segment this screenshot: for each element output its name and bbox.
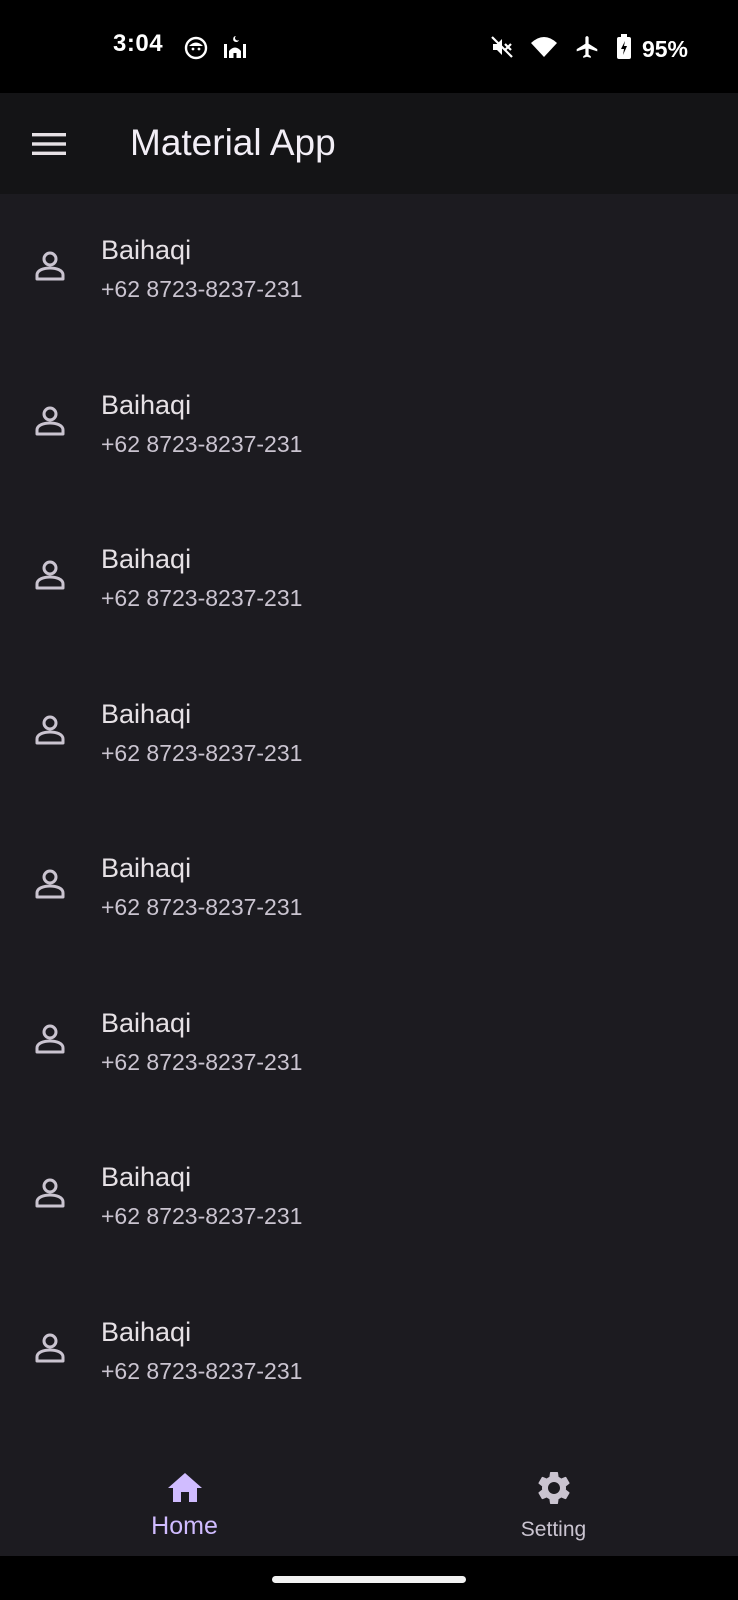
gesture-nav-bar — [0, 1556, 738, 1600]
contact-phone: +62 8723-8237-231 — [101, 1203, 303, 1229]
menu-button[interactable] — [24, 119, 74, 169]
list-item[interactable]: Baihaqi +62 8723-8237-231 — [0, 812, 738, 967]
contact-name: Baihaqi — [101, 389, 192, 420]
battery-charging-icon — [616, 34, 632, 65]
mosque-notification-icon — [222, 35, 248, 66]
person-icon — [35, 560, 65, 590]
list-item[interactable]: Baihaqi +62 8723-8237-231 — [0, 194, 738, 349]
contact-name: Baihaqi — [101, 1007, 192, 1038]
list-item[interactable]: Baihaqi +62 8723-8237-231 — [0, 503, 738, 658]
status-bar: 3:04 95% — [0, 0, 738, 93]
bottom-navigation: Home Setting — [0, 1458, 738, 1556]
wifi-icon — [530, 35, 558, 64]
person-icon — [35, 406, 65, 435]
contact-phone: +62 8723-8237-231 — [101, 430, 303, 457]
nav-item-home[interactable]: Home — [0, 1458, 369, 1556]
list-item[interactable]: Baihaqi +62 8723-8237-231 — [0, 1276, 738, 1431]
notification-icons — [184, 35, 248, 66]
person-icon — [35, 869, 65, 899]
list-item[interactable]: Baihaqi +62 8723-8237-231 — [0, 1121, 738, 1276]
contact-name: Baihaqi — [101, 235, 192, 265]
app-bar: Material App — [0, 93, 738, 194]
contact-phone: +62 8723-8237-231 — [101, 1048, 303, 1075]
contact-list: Baihaqi +62 8723-8237-231 Baihaqi +62 87… — [0, 194, 738, 1458]
contact-phone: +62 8723-8237-231 — [101, 739, 303, 766]
airplane-mode-icon — [574, 34, 600, 65]
contact-name: Baihaqi — [101, 698, 192, 729]
nav-label-setting: Setting — [520, 1518, 587, 1541]
system-icons: 95% — [490, 34, 688, 65]
page-title: Material App — [130, 122, 336, 163]
gear-icon — [537, 1472, 570, 1504]
nav-item-setting[interactable]: Setting — [369, 1458, 738, 1556]
person-icon — [35, 1024, 65, 1053]
home-icon — [167, 1473, 202, 1502]
status-time: 3:04 — [113, 30, 164, 57]
contact-phone: +62 8723-8237-231 — [101, 585, 303, 611]
contact-phone: +62 8723-8237-231 — [101, 894, 303, 920]
contact-phone: +62 8723-8237-231 — [101, 1357, 303, 1384]
list-item[interactable]: Baihaqi +62 8723-8237-231 — [0, 658, 738, 813]
person-icon — [35, 251, 65, 281]
battery-percentage: 95% — [641, 36, 688, 62]
face-notification-icon — [184, 36, 208, 65]
mute-icon — [490, 35, 514, 64]
contact-name: Baihaqi — [101, 1316, 192, 1347]
list-item[interactable]: Baihaqi +62 8723-8237-231 — [0, 349, 738, 504]
person-icon — [35, 715, 65, 744]
home-gesture-handle[interactable] — [272, 1576, 466, 1583]
nav-label-home: Home — [151, 1512, 218, 1540]
contact-name: Baihaqi — [101, 853, 192, 883]
contact-phone: +62 8723-8237-231 — [101, 276, 303, 302]
person-icon — [35, 1333, 65, 1362]
contact-name: Baihaqi — [101, 544, 192, 574]
person-icon — [35, 1178, 65, 1208]
menu-icon — [32, 133, 66, 155]
list-item[interactable]: Baihaqi +62 8723-8237-231 — [0, 967, 738, 1122]
contact-name: Baihaqi — [101, 1162, 192, 1192]
